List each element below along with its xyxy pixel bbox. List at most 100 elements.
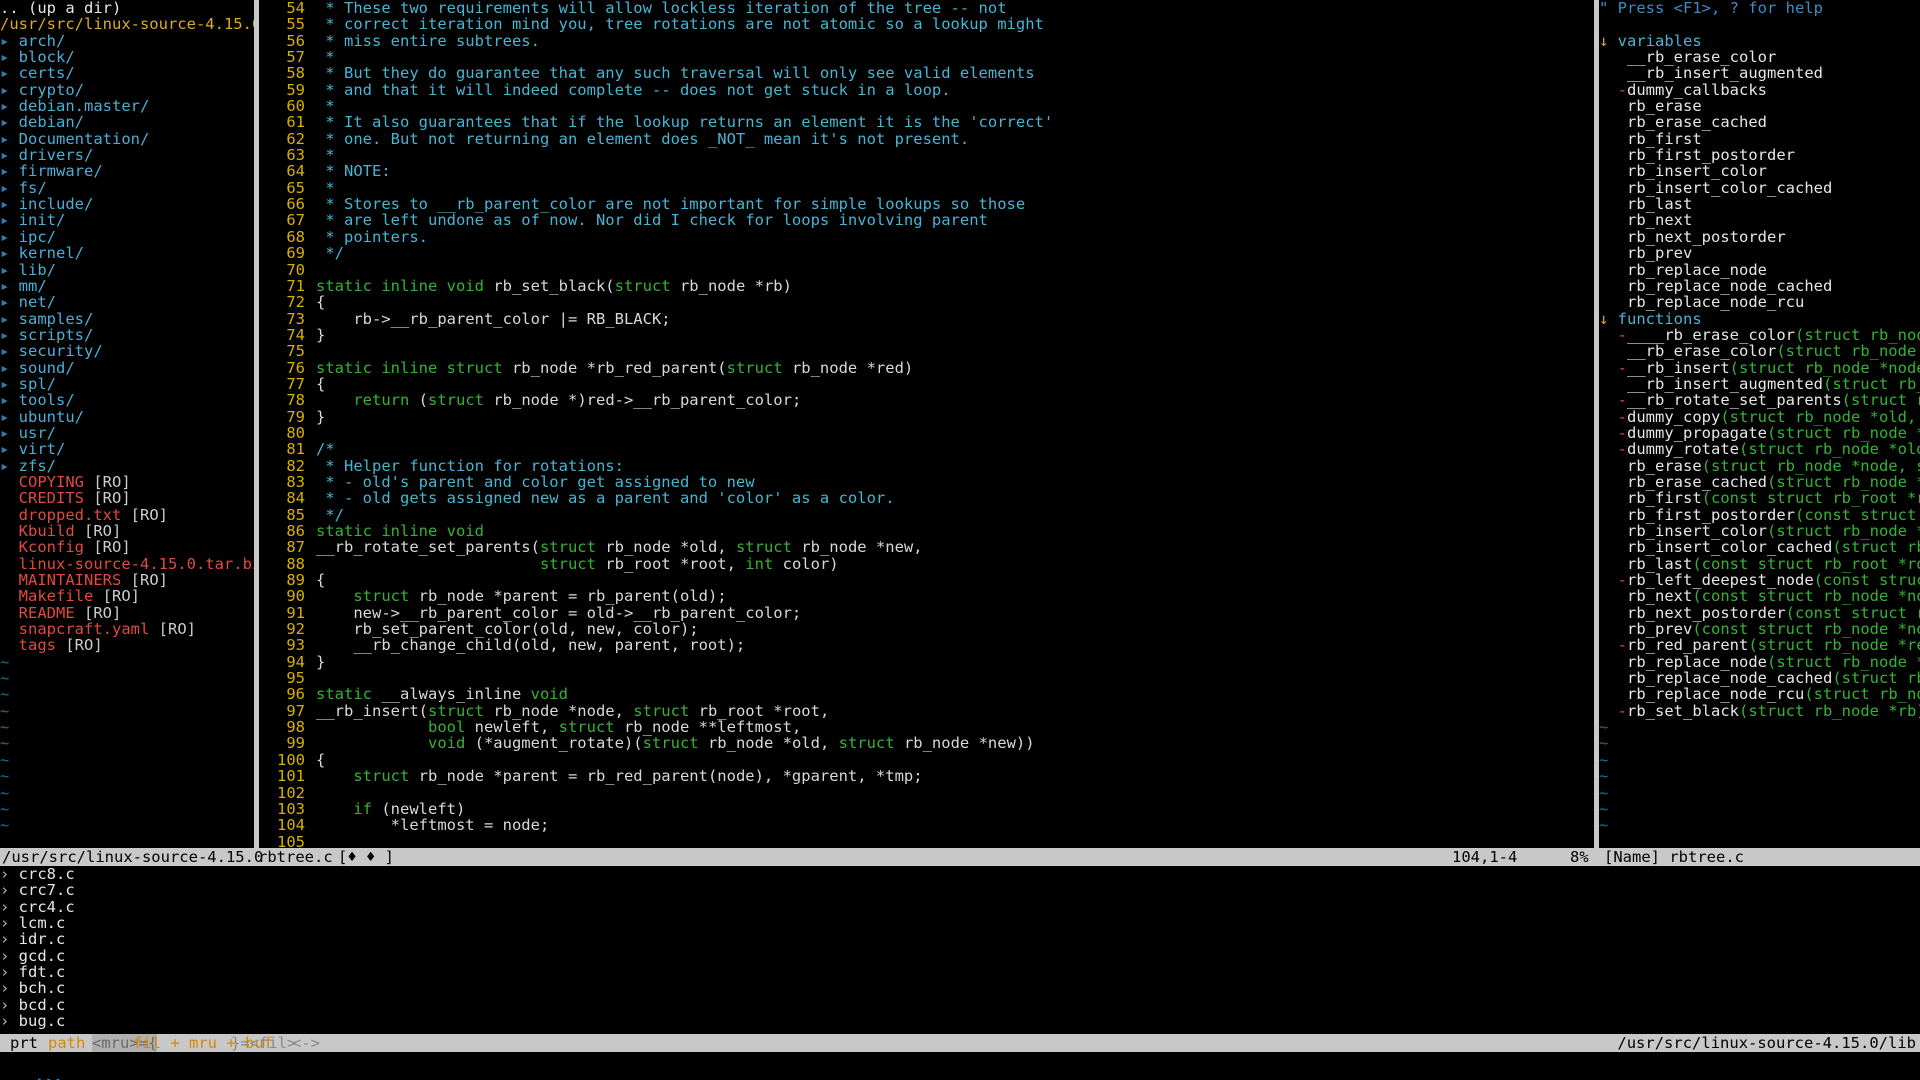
explorer-dir-item[interactable]: ▸ spl/ bbox=[0, 376, 254, 392]
explorer-dir-item[interactable]: ▸ mm/ bbox=[0, 278, 254, 294]
file-explorer-pane[interactable]: .. (up a dir)/usr/src/linux-source-4.15.… bbox=[0, 0, 254, 848]
tagbar-entry[interactable]: rb_next_postorder bbox=[1599, 229, 1920, 245]
explorer-dir-item[interactable]: ▸ sound/ bbox=[0, 359, 254, 376]
tagbar-entry[interactable]: rb_first_postorder(const struct rb_r bbox=[1599, 506, 1920, 523]
tagbar-entry[interactable]: rb_insert_color_cached(struct rb_nod bbox=[1599, 539, 1920, 555]
explorer-file-item[interactable]: COPYING [RO] bbox=[0, 474, 254, 490]
tagbar-entry[interactable]: -dummy_callbacks bbox=[1599, 82, 1920, 98]
explorer-dir-item[interactable]: ▸ debian.master/ bbox=[0, 98, 254, 114]
tagbar-entry[interactable]: rb_replace_node(struct rb_node *vict bbox=[1599, 654, 1920, 670]
tagbar-entry[interactable]: rb_first(const struct rb_root *root) bbox=[1599, 490, 1920, 506]
explorer-dir-item[interactable]: ▸ tools/ bbox=[0, 392, 254, 408]
explorer-dir-item[interactable]: ▸ ipc/ bbox=[0, 229, 254, 245]
explorer-dir-item[interactable]: ▸ security/ bbox=[0, 343, 254, 359]
ctrlp-list-item[interactable]: › fdt.c bbox=[0, 964, 1920, 980]
explorer-dir-item[interactable]: ▸ usr/ bbox=[0, 425, 254, 441]
tagbar-entry[interactable]: rb_next bbox=[1599, 212, 1920, 228]
explorer-dir-item[interactable]: ▸ net/ bbox=[0, 294, 254, 310]
tagbar-entry[interactable]: rb_prev bbox=[1599, 245, 1920, 261]
code-editor-pane[interactable]: 54 * These two requirements will allow l… bbox=[259, 0, 1594, 848]
explorer-file-item[interactable]: linux-source-4.15.0.tar.bz2 [ bbox=[0, 556, 254, 572]
explorer-dir-item[interactable]: ▸ lib/ bbox=[0, 261, 254, 278]
tagbar-entry[interactable]: -rb_set_black(struct rb_node *rb) bbox=[1599, 703, 1920, 719]
tagbar-entry[interactable]: -rb_red_parent(struct rb_node *red) bbox=[1599, 637, 1920, 653]
ctrlp-next-arrow[interactable]: <-> bbox=[292, 1034, 320, 1052]
tagbar-entry[interactable]: __rb_erase_color(struct rb_node *par bbox=[1599, 343, 1920, 359]
ctrlp-list-item[interactable]: › idr.c bbox=[0, 931, 1920, 947]
tagbar-entry[interactable]: rb_replace_node_rcu(struct rb_node * bbox=[1599, 686, 1920, 702]
explorer-dir-item[interactable]: ▸ fs/ bbox=[0, 180, 254, 196]
tagbar-entry[interactable]: rb_last bbox=[1599, 196, 1920, 212]
ctrlp-mode-label[interactable]: path bbox=[48, 1034, 85, 1052]
tagbar-entry[interactable]: __rb_insert_augmented bbox=[1599, 65, 1920, 81]
explorer-dir-item[interactable]: ▸ kernel/ bbox=[0, 245, 254, 261]
explorer-dir-item[interactable]: ▸ Documentation/ bbox=[0, 131, 254, 147]
tagbar-entry[interactable]: rb_erase(struct rb_node *node, struc bbox=[1599, 457, 1920, 474]
tagbar-entry[interactable]: __rb_insert_augmented(struct rb_node bbox=[1599, 376, 1920, 392]
tagbar-section-header[interactable]: ↓ functions bbox=[1599, 310, 1920, 327]
tagbar-entry[interactable]: -dummy_copy(struct rb_node *old, stru bbox=[1599, 408, 1920, 425]
tagbar-entry[interactable]: rb_next(const struct rb_node *node) bbox=[1599, 588, 1920, 604]
tagbar-entry[interactable]: rb_replace_node_cached(struct rb_nod bbox=[1599, 670, 1920, 686]
tagbar-entry[interactable]: rb_prev(const struct rb_node *node) bbox=[1599, 621, 1920, 637]
explorer-dir-item[interactable]: ▸ drivers/ bbox=[0, 147, 254, 163]
code-token: color) bbox=[773, 554, 839, 573]
explorer-up-dir[interactable]: .. (up a dir) bbox=[0, 0, 254, 16]
tagbar-entry[interactable]: rb_insert_color_cached bbox=[1599, 180, 1920, 196]
explorer-file-item[interactable]: tags [RO] bbox=[0, 637, 254, 653]
tagbar-entry[interactable]: -__rb_insert(struct rb_node *node, st bbox=[1599, 359, 1920, 376]
ctrlp-list-item[interactable]: › bch.c bbox=[0, 980, 1920, 996]
explorer-dir-item[interactable]: ▸ arch/ bbox=[0, 33, 254, 49]
tagbar-entry[interactable]: -____rb_erase_color(struct rb_node *p bbox=[1599, 327, 1920, 343]
explorer-dir-item[interactable]: ▸ debian/ bbox=[0, 114, 254, 130]
tagbar-entry[interactable]: rb_replace_node bbox=[1599, 261, 1920, 278]
explorer-dir-item[interactable]: ▸ samples/ bbox=[0, 310, 254, 327]
explorer-file-item[interactable]: snapcraft.yaml [RO] bbox=[0, 621, 254, 637]
explorer-dir-item[interactable]: ▸ zfs/ bbox=[0, 457, 254, 474]
tagbar-entry[interactable]: -rb_left_deepest_node(const struct rb bbox=[1599, 572, 1920, 588]
ctrlp-list-item[interactable]: › crc7.c bbox=[0, 882, 1920, 898]
explorer-file-item[interactable]: Kconfig [RO] bbox=[0, 539, 254, 555]
ctrlp-list-item[interactable]: › bcd.c bbox=[0, 997, 1920, 1013]
ctrlp-results-list[interactable]: › crc8.c › crc7.c › crc4.c › lcm.c › idr.c › … bbox=[0, 866, 1920, 1034]
tagbar-section-header[interactable]: ↓ variables bbox=[1599, 33, 1920, 49]
explorer-dir-item[interactable]: ▸ firmware/ bbox=[0, 163, 254, 179]
ctrlp-list-item[interactable]: › lcm.c bbox=[0, 915, 1920, 931]
tagbar-entry[interactable]: rb_insert_color bbox=[1599, 163, 1920, 179]
explorer-file-item[interactable]: Makefile [RO] bbox=[0, 588, 254, 604]
explorer-dir-item[interactable]: ▸ scripts/ bbox=[0, 327, 254, 343]
explorer-dir-item[interactable]: ▸ crypto/ bbox=[0, 82, 254, 98]
ctrlp-list-item[interactable]: › crc4.c bbox=[0, 899, 1920, 915]
tagbar-pane[interactable]: " Press <F1>, ? for help ↓ variables __r… bbox=[1599, 0, 1920, 848]
ctrlp-list-item[interactable]: › bug.c bbox=[0, 1013, 1920, 1029]
tagbar-entry[interactable]: rb_insert_color(struct rb_node *node bbox=[1599, 523, 1920, 539]
tagbar-entry[interactable]: rb_replace_node_cached bbox=[1599, 278, 1920, 294]
ctrlp-prompt[interactable]: >>> bbox=[0, 1052, 1920, 1080]
tagbar-entry[interactable]: rb_replace_node_rcu bbox=[1599, 294, 1920, 310]
explorer-dir-item[interactable]: ▸ virt/ bbox=[0, 441, 254, 457]
explorer-file-item[interactable]: Kbuild [RO] bbox=[0, 523, 254, 539]
ctrlp-list-item[interactable]: › gcd.c bbox=[0, 948, 1920, 964]
explorer-file-item[interactable]: CREDITS [RO] bbox=[0, 490, 254, 506]
explorer-file-item[interactable]: README [RO] bbox=[0, 605, 254, 621]
explorer-dir-item[interactable]: ▸ ubuntu/ bbox=[0, 408, 254, 425]
explorer-dir-item[interactable]: ▸ block/ bbox=[0, 49, 254, 65]
explorer-dir-item[interactable]: ▸ include/ bbox=[0, 196, 254, 212]
tagbar-entry[interactable]: rb_next_postorder(const struct rb_no bbox=[1599, 605, 1920, 621]
ctrlp-prev-mode-label[interactable]: prt bbox=[10, 1034, 38, 1052]
tagbar-entry[interactable]: -__rb_rotate_set_parents(struct rb_no bbox=[1599, 392, 1920, 408]
tagbar-entry[interactable]: __rb_erase_color bbox=[1599, 49, 1920, 65]
ctrlp-list-item[interactable]: › crc8.c bbox=[0, 866, 1920, 882]
explorer-file-item[interactable]: MAINTAINERS [RO] bbox=[0, 572, 254, 588]
tagbar-entry[interactable]: rb_erase_cached(struct rb_node *node bbox=[1599, 474, 1920, 490]
tagbar-entry[interactable]: -dummy_rotate(struct rb_node *old, st bbox=[1599, 441, 1920, 457]
explorer-dir-item[interactable]: ▸ certs/ bbox=[0, 65, 254, 81]
tagbar-entry[interactable]: rb_first bbox=[1599, 131, 1920, 147]
tagbar-entry[interactable]: -dummy_propagate(struct rb_node *node bbox=[1599, 425, 1920, 441]
tagbar-entry[interactable]: rb_last(const struct rb_root *root) bbox=[1599, 556, 1920, 572]
tagbar-entry[interactable]: rb_first_postorder bbox=[1599, 147, 1920, 163]
explorer-file-item[interactable]: dropped.txt [RO] bbox=[0, 506, 254, 523]
explorer-dir-item[interactable]: ▸ init/ bbox=[0, 212, 254, 228]
tagbar-entry[interactable]: rb_erase bbox=[1599, 98, 1920, 114]
tagbar-entry[interactable]: rb_erase_cached bbox=[1599, 114, 1920, 130]
